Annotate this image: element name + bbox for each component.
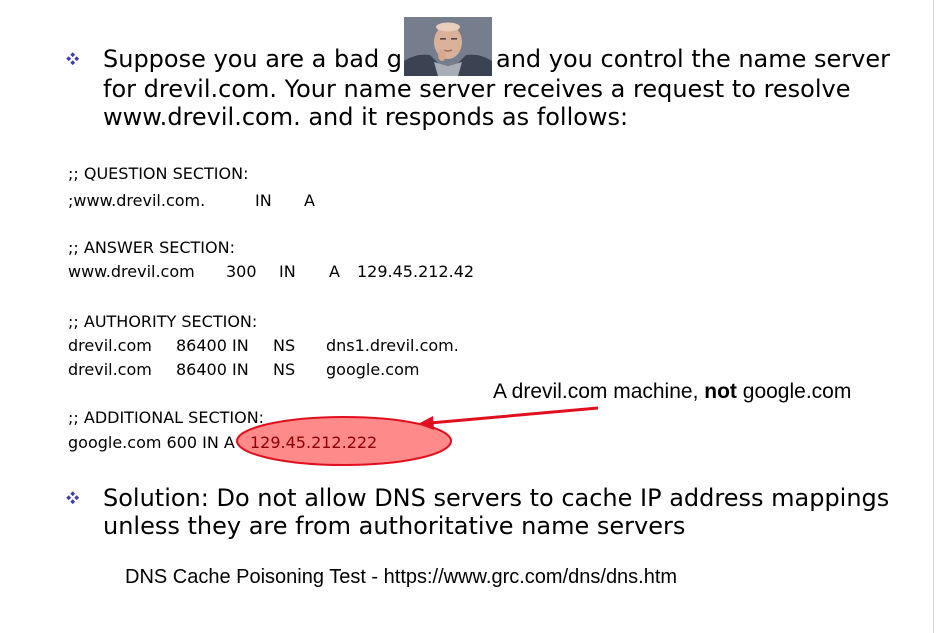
- additional-record-prefix: google.com 600 IN A: [68, 433, 235, 452]
- callout-text: A drevil.com machine, not google.com: [493, 380, 851, 404]
- footer-reference: DNS Cache Poisoning Test - https://www.g…: [125, 566, 678, 588]
- additional-record-address: 129.45.212.222: [250, 433, 378, 452]
- bullet2-line1: Solution: Do not allow DNS servers to ca…: [103, 484, 890, 512]
- callout-after: google.com: [742, 380, 852, 403]
- callout-arrow-line: [429, 406, 599, 425]
- callout-before: A drevil.com machine,: [493, 380, 699, 403]
- bullet2-line2: unless they are from authoritative name …: [103, 512, 686, 540]
- callout-bold: not: [704, 380, 737, 403]
- diamond-bullet-icon: [66, 491, 80, 505]
